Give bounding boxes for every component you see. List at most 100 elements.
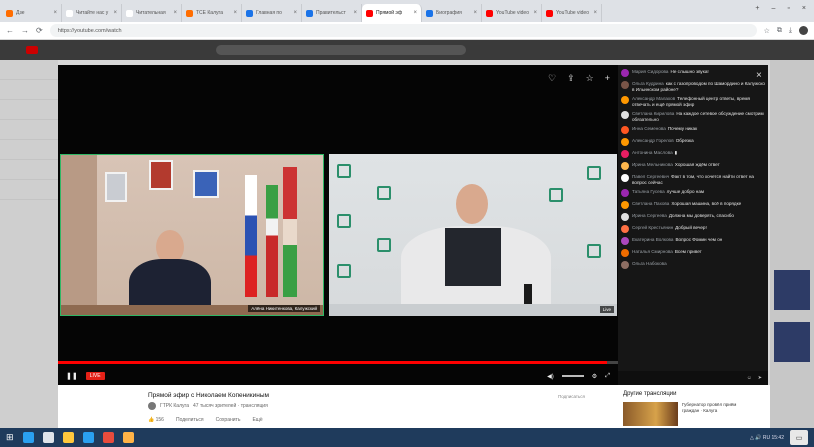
browser-tab[interactable]: Правительст × <box>302 4 362 22</box>
save-button[interactable]: Сохранить <box>216 417 241 423</box>
pause-icon[interactable]: ❚❚ <box>66 372 78 380</box>
chat-author-name[interactable]: Александр Горелов <box>632 138 674 143</box>
browser-tab[interactable]: Читайте нас у × <box>62 4 122 22</box>
bookmark-star-icon[interactable]: ☆ <box>764 27 770 35</box>
forward-icon[interactable]: → <box>21 26 29 35</box>
chat-author-avatar[interactable] <box>621 174 629 182</box>
chat-author-avatar[interactable] <box>621 150 629 158</box>
chat-author-name[interactable]: Антонина Маслова <box>632 150 673 155</box>
more-streams-thumbnail[interactable] <box>623 402 678 426</box>
site-search-input[interactable] <box>216 45 466 55</box>
chat-author-avatar[interactable] <box>621 162 629 170</box>
chat-author-avatar[interactable] <box>621 249 629 257</box>
downloads-icon[interactable]: ⤓ <box>789 27 792 35</box>
browser-tab[interactable]: Прямой эф × <box>362 4 422 22</box>
chat-author-avatar[interactable] <box>621 69 629 77</box>
channel-name[interactable]: ГТРК Калуга <box>160 403 189 409</box>
recommendation-thumbnail[interactable] <box>774 322 810 362</box>
chat-author-name[interactable]: Мария Сидорова <box>632 69 669 74</box>
tab-close-icon[interactable]: × <box>233 10 237 16</box>
taskbar-app-icon[interactable] <box>82 432 94 443</box>
side-nav-item[interactable] <box>0 120 58 140</box>
chat-author-avatar[interactable] <box>621 201 629 209</box>
chat-author-name[interactable]: Ольга Кудрина <box>632 81 664 86</box>
chat-author-avatar[interactable] <box>621 126 629 134</box>
more-streams-text[interactable]: Губернатор провёл приём граждан · Калуга <box>682 402 748 413</box>
taskbar-app-icon[interactable] <box>102 432 114 443</box>
chat-author-avatar[interactable] <box>621 237 629 245</box>
browser-tab[interactable]: Дзе × <box>2 4 62 22</box>
taskbar-app-icon[interactable] <box>122 432 134 443</box>
chat-author-avatar[interactable] <box>621 138 629 146</box>
start-menu-icon[interactable]: ⊞ <box>6 432 14 443</box>
share-button[interactable]: Поделиться <box>176 417 204 423</box>
minimize-icon[interactable]: – <box>772 5 776 12</box>
side-nav-item[interactable] <box>0 100 58 120</box>
send-icon[interactable]: ➤ <box>758 375 762 381</box>
youtube-logo-icon[interactable] <box>26 46 38 54</box>
side-nav-item[interactable] <box>0 140 58 160</box>
chat-author-avatar[interactable] <box>621 225 629 233</box>
chat-author-avatar[interactable] <box>621 81 629 89</box>
tab-close-icon[interactable]: × <box>173 10 177 16</box>
browser-tab[interactable]: Читательная × <box>122 4 182 22</box>
taskbar-app-icon[interactable] <box>42 432 54 443</box>
taskbar-app-icon[interactable] <box>62 432 74 443</box>
close-chat-icon[interactable]: × <box>756 70 762 81</box>
video-player[interactable]: ♡ ⇪ ☆ + Алёна Никитенкова, Калужский Liv… <box>58 65 618 385</box>
chat-author-name[interactable]: Светлана Пахова <box>632 201 669 206</box>
tab-close-icon[interactable]: × <box>413 10 417 16</box>
tab-close-icon[interactable]: × <box>473 10 477 16</box>
chat-author-name[interactable]: Сергей Крестьянин <box>632 225 673 230</box>
tab-close-icon[interactable]: × <box>53 10 57 16</box>
chat-author-name[interactable]: Ирина Сергеева <box>632 213 667 218</box>
tab-close-icon[interactable]: × <box>113 10 117 16</box>
chat-input-bar[interactable]: ☺ ➤ <box>618 371 768 385</box>
star-icon[interactable]: ☆ <box>586 73 594 84</box>
browser-tab[interactable]: YouTube video × <box>482 4 542 22</box>
chat-author-avatar[interactable] <box>621 189 629 197</box>
like-icon[interactable]: ♡ <box>548 73 556 84</box>
tab-close-icon[interactable]: × <box>353 10 357 16</box>
emoji-icon[interactable]: ☺ <box>747 375 752 381</box>
chat-author-name[interactable]: Татьяна Гусева <box>632 189 665 194</box>
chat-author-name[interactable]: Светлана Кирилова <box>632 111 674 116</box>
side-nav-item[interactable] <box>0 80 58 100</box>
share-icon[interactable]: ⇪ <box>567 73 575 84</box>
settings-icon[interactable]: ⚙ <box>592 373 597 380</box>
channel-avatar[interactable] <box>148 402 156 410</box>
chat-author-avatar[interactable] <box>621 111 629 119</box>
like-button[interactable]: 👍 156 <box>148 417 164 423</box>
side-nav-item[interactable] <box>0 60 58 80</box>
progress-bar[interactable] <box>58 361 618 364</box>
browser-tab[interactable]: Главная по × <box>242 4 302 22</box>
tab-close-icon[interactable]: × <box>293 10 297 16</box>
chat-author-name[interactable]: Екатерина Волкова <box>632 237 673 242</box>
maximize-icon[interactable]: ▫ <box>787 5 789 12</box>
new-tab-icon[interactable]: + <box>755 5 759 12</box>
chat-author-avatar[interactable] <box>621 213 629 221</box>
add-icon[interactable]: + <box>605 73 610 84</box>
extension-icon[interactable]: ⧉ <box>777 27 782 35</box>
browser-tab[interactable]: ТСЕ Калуга × <box>182 4 242 22</box>
fullscreen-icon[interactable]: ⤢ <box>605 373 610 380</box>
profile-avatar[interactable] <box>799 26 808 35</box>
volume-slider[interactable] <box>561 375 584 377</box>
url-field[interactable]: https://youtube.com/watch <box>49 24 757 37</box>
live-badge[interactable]: LIVE <box>85 372 105 380</box>
tab-close-icon[interactable]: × <box>593 10 597 16</box>
chat-author-name[interactable]: Павел Сергеевич <box>632 174 669 179</box>
chat-author-name[interactable]: Ольга Набокова <box>632 261 667 266</box>
back-icon[interactable]: ← <box>6 26 14 35</box>
chat-author-name[interactable]: Александр Малахов <box>632 96 675 101</box>
notification-icon[interactable]: ▭ <box>790 430 808 445</box>
subscribe-link[interactable]: Подписаться <box>558 394 585 399</box>
reload-icon[interactable]: ⟳ <box>36 26 43 35</box>
recommendation-thumbnail[interactable] <box>774 270 810 310</box>
chat-author-name[interactable]: Наталья Смирнова <box>632 249 673 254</box>
chat-author-avatar[interactable] <box>621 261 629 269</box>
chat-author-name[interactable]: Ирина Мельникова <box>632 162 673 167</box>
side-nav-item[interactable] <box>0 180 58 200</box>
tab-close-icon[interactable]: × <box>533 10 537 16</box>
browser-tab[interactable]: YouTube video × <box>542 4 602 22</box>
